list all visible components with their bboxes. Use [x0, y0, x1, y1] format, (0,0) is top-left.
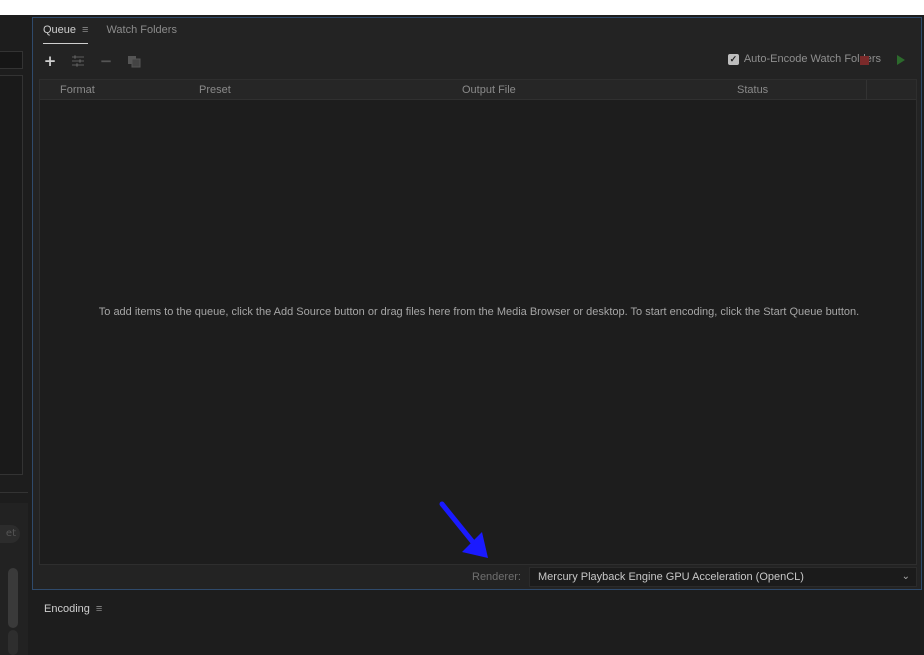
tab-queue[interactable]: Queue ≡: [43, 24, 89, 44]
column-status[interactable]: Status: [737, 84, 768, 96]
plus-icon[interactable]: +: [43, 52, 57, 70]
sliders-icon[interactable]: [71, 54, 85, 68]
left-panel: et: [0, 15, 28, 655]
encoding-panel: Encoding ≡: [32, 592, 924, 655]
panel-menu-icon[interactable]: ≡: [96, 603, 102, 615]
queue-toolbar: + −: [43, 52, 141, 70]
encoding-title-label: Encoding: [44, 603, 90, 615]
tab-watch-folders[interactable]: Watch Folders: [106, 24, 177, 44]
column-preset[interactable]: Preset: [199, 84, 231, 96]
minus-icon[interactable]: −: [99, 52, 113, 70]
queue-table: Format Preset Output File Status To add …: [39, 79, 917, 565]
queue-tabs: Queue ≡ Watch Folders: [43, 24, 177, 44]
auto-encode-toggle[interactable]: ✓ Auto-Encode Watch Folders: [727, 53, 881, 65]
renderer-row: Renderer: Mercury Playback Engine GPU Ac…: [39, 566, 917, 588]
renderer-value: Mercury Playback Engine GPU Acceleration…: [538, 571, 804, 583]
left-panel-button[interactable]: et: [0, 525, 20, 543]
auto-encode-checkbox[interactable]: ✓: [727, 53, 739, 65]
renderer-dropdown[interactable]: Mercury Playback Engine GPU Acceleration…: [529, 567, 917, 587]
start-queue-button[interactable]: [897, 55, 905, 65]
column-output-file[interactable]: Output File: [462, 84, 516, 96]
panel-menu-icon[interactable]: ≡: [82, 24, 88, 36]
annotation-arrow-icon: [439, 501, 488, 558]
stop-queue-button[interactable]: [860, 56, 869, 65]
left-panel-scrollbar[interactable]: [8, 568, 18, 628]
left-panel-scrollbar-lower[interactable]: [8, 630, 18, 655]
left-panel-field[interactable]: [0, 51, 23, 69]
queue-table-header: Format Preset Output File Status: [40, 80, 916, 100]
duplicate-icon[interactable]: [127, 54, 141, 68]
column-format[interactable]: Format: [60, 84, 95, 96]
tab-queue-label: Queue: [43, 24, 77, 36]
encoding-panel-title[interactable]: Encoding ≡: [44, 603, 102, 615]
left-panel-list: [0, 75, 23, 475]
left-panel-divider: [0, 492, 28, 493]
column-divider: [866, 80, 867, 100]
chevron-down-icon: ⌄: [901, 571, 910, 582]
top-strip: [0, 0, 924, 15]
renderer-label: Renderer:: [472, 571, 521, 583]
queue-empty-message: To add items to the queue, click the Add…: [98, 306, 860, 318]
